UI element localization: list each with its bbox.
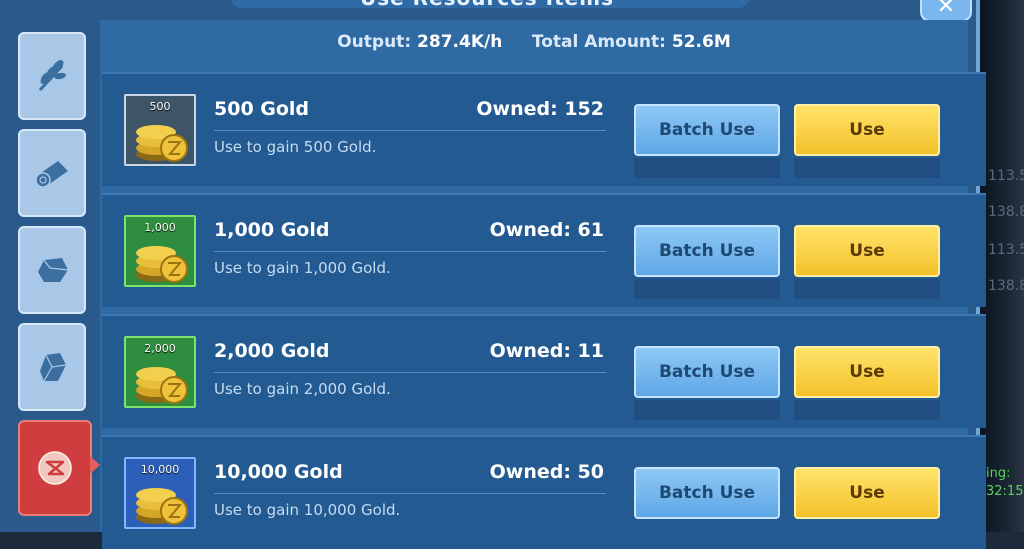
button-shadow [794,279,940,299]
gold-emblem-icon [38,451,72,485]
button-shadow [634,279,780,299]
close-icon: ✕ [936,0,956,19]
tab-food[interactable] [18,32,86,120]
gold-item-icon: 10,000 [124,457,196,529]
bg-value: 113.5 [988,242,1024,258]
log-icon [35,161,68,188]
batch-use-button[interactable]: Batch Use [634,346,780,398]
item-row: 2,000 2,000 Gold Owned: 11 Use to gain 2… [102,314,986,428]
gold-coins-icon [136,246,188,283]
bg-value: 138.8 [988,204,1024,220]
tab-gold[interactable] [18,420,100,516]
item-owned-count: Owned: 61 [489,219,604,241]
item-name: 2,000 Gold [214,340,330,362]
gold-item-icon: 1,000 [124,215,196,287]
item-description: Use to gain 10,000 Gold. [214,501,401,519]
row-divider [214,493,606,494]
button-shadow [634,158,780,178]
bg-value: 138.8 [988,278,1024,294]
output-value: 287.4K/h [417,32,503,52]
item-owned-count: Owned: 152 [476,98,604,120]
button-shadow [794,400,940,420]
row-divider [214,251,606,252]
batch-use-button[interactable]: Batch Use [634,467,780,519]
row-divider [214,372,606,373]
item-name: 500 Gold [214,98,310,120]
close-button[interactable]: ✕ [920,0,972,22]
batch-use-button[interactable]: Batch Use [634,104,780,156]
tab-wood[interactable] [18,129,86,217]
use-button[interactable]: Use [794,104,940,156]
item-owned-count: Owned: 11 [489,340,604,362]
row-divider [214,130,606,131]
resource-summary: Output: 287.4K/h Total Amount: 52.6M [100,32,968,52]
item-description: Use to gain 1,000 Gold. [214,259,391,277]
dialog-title: Use Resources Items [360,0,614,10]
total-label: Total Amount: [531,32,666,52]
wheat-icon [38,60,66,92]
bg-status-text: 32:15 [986,484,1024,499]
item-row: 500 500 Gold Owned: 152 Use to gain 500 … [102,72,986,186]
batch-use-button[interactable]: Batch Use [634,225,780,277]
bg-status-text: ing: [986,466,1011,481]
use-resources-dialog: Use Resources Items ✕ [0,0,986,549]
button-shadow [634,400,780,420]
item-description: Use to gain 2,000 Gold. [214,380,391,398]
use-button[interactable]: Use [794,225,940,277]
use-button[interactable]: Use [794,467,940,519]
total-value: 52.6M [671,32,731,52]
item-row: 1,000 1,000 Gold Owned: 61 Use to gain 1… [102,193,986,307]
output-label: Output: [337,32,412,52]
button-shadow [794,158,940,178]
items-panel: Output: 287.4K/h Total Amount: 52.6M 500 [100,20,986,549]
item-description: Use to gain 500 Gold. [214,138,377,156]
stone-icon [38,258,69,282]
bg-value: 113.5 [988,168,1024,184]
gold-item-icon: 500 [124,94,196,166]
item-owned-count: Owned: 50 [489,461,604,483]
item-name: 1,000 Gold [214,219,330,241]
gold-coins-icon [136,488,188,525]
use-button[interactable]: Use [794,346,940,398]
gold-coins-icon [136,125,188,162]
tab-stone[interactable] [18,226,86,314]
background-game-area: 113.5 138.8 113.5 138.8 ing: 32:15 [980,0,1024,532]
ore-icon [40,353,67,382]
gold-item-icon: 2,000 [124,336,196,408]
gold-coins-icon [136,367,188,404]
tab-ore[interactable] [18,323,86,411]
item-name: 10,000 Gold [214,461,343,483]
